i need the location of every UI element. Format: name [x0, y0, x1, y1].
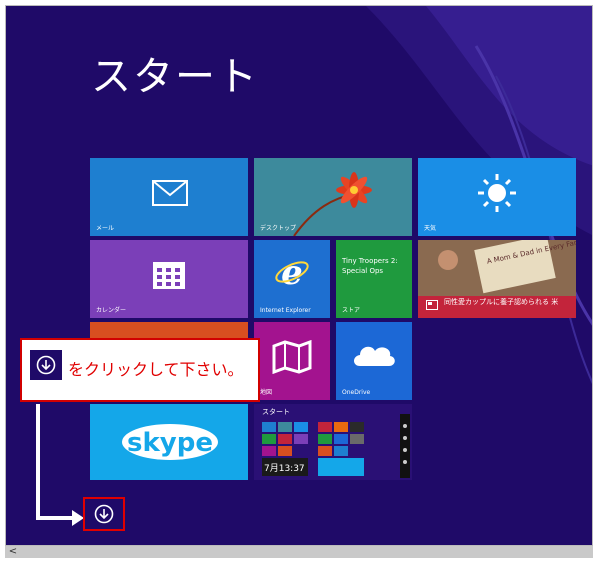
down-arrow-icon [36, 355, 56, 375]
scroll-left-icon[interactable]: < [7, 546, 19, 558]
start-screen: スタート メール デスクトップ 天気 カレンダー e Internet Expl… [5, 5, 593, 546]
instruction-arrow [36, 404, 84, 526]
instruction-callout: をクリックして下さい。 [20, 338, 260, 402]
down-arrow-icon[interactable] [94, 504, 114, 524]
apps-view-button-highlight [83, 497, 125, 531]
callout-text: をクリックして下さい。 [68, 360, 244, 379]
down-arrow-icon-sample [30, 350, 62, 380]
horizontal-scrollbar[interactable]: < [5, 546, 593, 558]
